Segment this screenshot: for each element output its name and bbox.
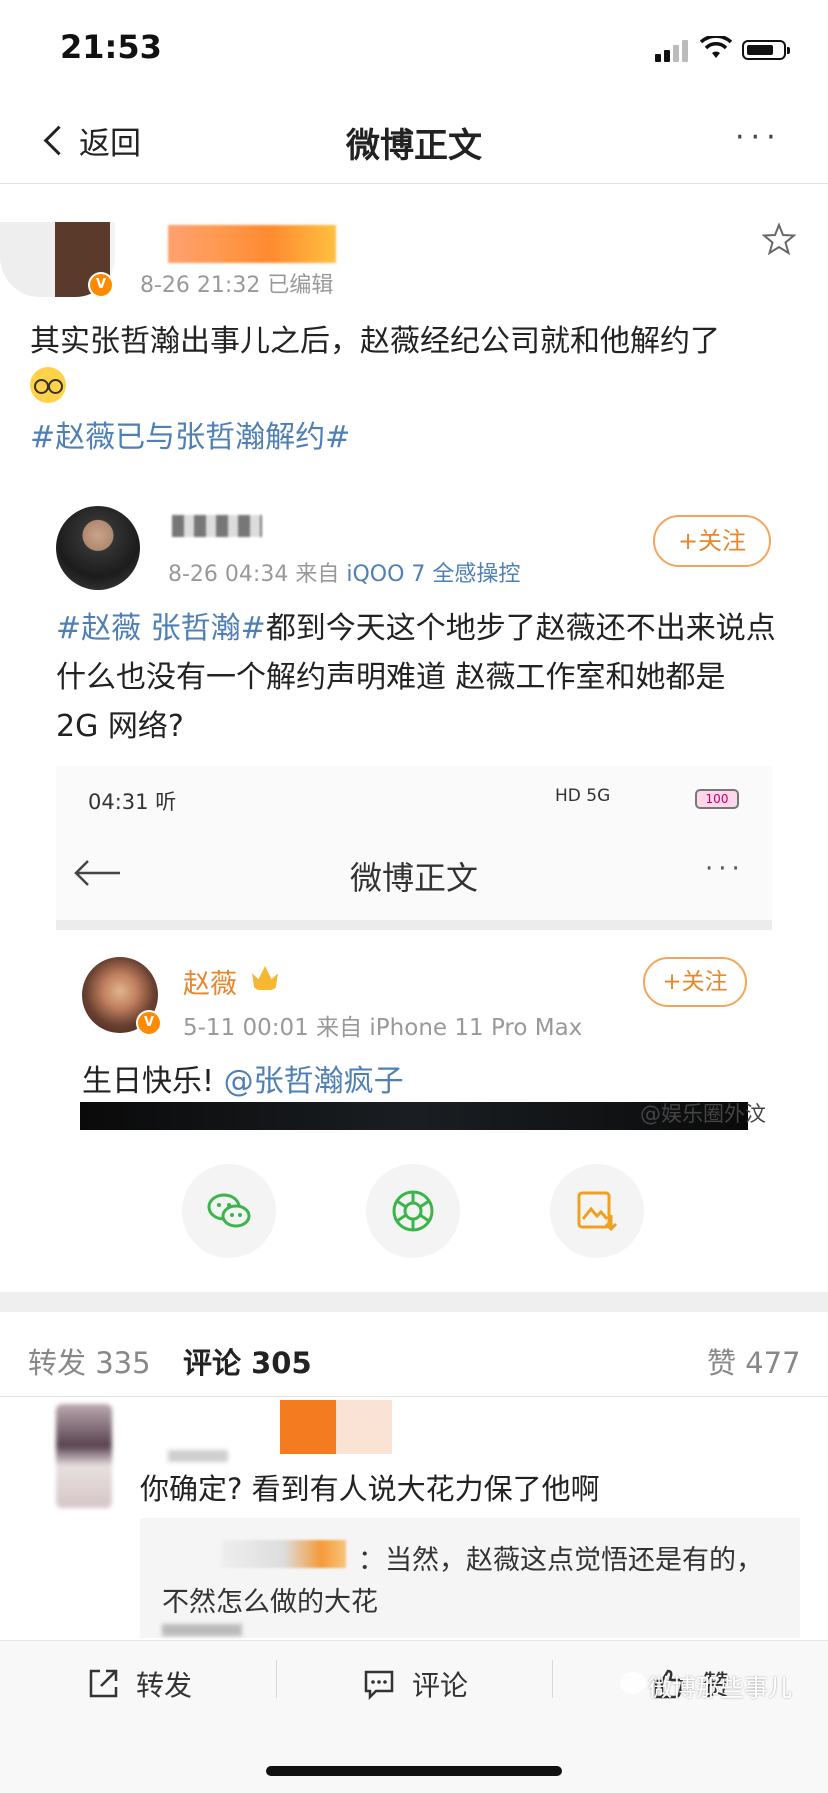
nav-divider bbox=[0, 183, 828, 184]
save-image-icon bbox=[577, 1191, 618, 1232]
shot-mention: @张哲瀚疯子 bbox=[223, 1064, 404, 1099]
save-image-button[interactable] bbox=[550, 1164, 644, 1258]
comment-button[interactable]: 评论 bbox=[362, 1664, 468, 1704]
shot-divider bbox=[56, 920, 772, 930]
wechat-watermark-icon bbox=[620, 1672, 646, 1694]
shot-more-icon: ··· bbox=[705, 854, 745, 884]
shot-text: 生日快乐! @张哲瀚疯子 bbox=[82, 1056, 404, 1100]
action-separator bbox=[276, 1660, 277, 1698]
tabs-divider bbox=[0, 1396, 828, 1397]
repost-label: 转发 bbox=[136, 1669, 193, 1702]
status-time: 21:53 bbox=[60, 28, 162, 66]
retweet-text: #赵薇 张哲瀚#都到今天这个地步了赵薇还不出来说点什么也没有一个解约声明难道 赵… bbox=[56, 604, 776, 751]
tab-like[interactable]: 赞 477 bbox=[707, 1340, 801, 1382]
share-moments-button[interactable] bbox=[366, 1164, 460, 1258]
shot-status-indicators: HD 5G bbox=[555, 786, 611, 806]
cellular-signal-icon bbox=[655, 40, 691, 62]
retweet-author-name-blurred[interactable] bbox=[172, 515, 262, 537]
shot-author-name: 赵薇 bbox=[183, 969, 237, 1000]
follow-button[interactable]: +关注 bbox=[653, 515, 771, 567]
share-wechat-button[interactable] bbox=[182, 1164, 276, 1258]
retweet-source: iQOO 7 全感操控 bbox=[346, 562, 521, 587]
repost-icon bbox=[89, 1669, 118, 1698]
shot-body: 生日快乐! bbox=[82, 1064, 215, 1099]
commenter-avatar[interactable] bbox=[56, 1404, 112, 1508]
wifi-icon bbox=[700, 36, 732, 58]
shot-status-time: 04:31 听 bbox=[88, 790, 177, 814]
more-options-button[interactable]: ··· bbox=[735, 123, 782, 153]
shot-meta: 5-11 00:01 来自 iPhone 11 Pro Max bbox=[183, 1015, 583, 1041]
tab-repost[interactable]: 转发 335 bbox=[28, 1340, 151, 1382]
reply-more-blurred bbox=[162, 1624, 242, 1636]
reply-box[interactable] bbox=[140, 1518, 800, 1638]
section-gap bbox=[0, 1292, 828, 1312]
battery-icon bbox=[742, 40, 790, 60]
page-title: 微博正文 bbox=[346, 126, 482, 166]
home-indicator[interactable] bbox=[266, 1766, 562, 1776]
reply-text-line2: 不然怎么做的大花 bbox=[162, 1587, 378, 1618]
favorite-star-icon[interactable] bbox=[762, 222, 796, 256]
author-name-blurred[interactable] bbox=[168, 225, 336, 263]
retweet-meta: 8-26 04:34 来自 iQOO 7 全感操控 bbox=[168, 556, 520, 588]
comment-text: 你确定? 看到有人说大花力保了他啊 bbox=[140, 1472, 600, 1506]
commenter-name-blurred[interactable] bbox=[280, 1400, 392, 1454]
tab-comment[interactable]: 评论 305 bbox=[183, 1340, 312, 1382]
verified-badge-icon: V bbox=[88, 272, 114, 298]
comment-icon bbox=[364, 1670, 394, 1701]
repost-button[interactable]: 转发 bbox=[86, 1664, 192, 1704]
commenter-sub-blurred bbox=[168, 1450, 228, 1462]
post-hashtag[interactable]: #赵薇已与张哲瀚解约# bbox=[30, 412, 350, 456]
action-separator bbox=[552, 1660, 553, 1698]
post-meta: 8-26 21:32 已编辑 bbox=[140, 273, 334, 298]
comment-label: 评论 bbox=[412, 1669, 469, 1702]
reply-text: ：当然，赵薇这点觉悟还是有的， bbox=[358, 1545, 763, 1576]
shot-verified-badge-icon: V bbox=[136, 1010, 162, 1036]
retweet-time: 8-26 04:34 来自 bbox=[168, 562, 340, 587]
shot-battery-icon: 100 bbox=[695, 789, 739, 809]
account-watermark: 微博那些事儿 bbox=[648, 1674, 792, 1702]
wechat-icon bbox=[207, 1193, 251, 1228]
post-text: 其实张哲瀚出事儿之后，赵薇经纪公司就和他解约了 bbox=[30, 324, 720, 359]
reply-author-blurred[interactable] bbox=[222, 1540, 346, 1568]
shot-title: 微博正文 bbox=[349, 859, 478, 897]
image-watermark: @娱乐圈外汶 bbox=[640, 1102, 766, 1126]
moments-icon bbox=[392, 1190, 434, 1232]
shot-follow-button: +关注 bbox=[643, 957, 747, 1007]
glasses-emoji-icon bbox=[30, 367, 66, 403]
retweet-author-avatar[interactable] bbox=[56, 506, 140, 590]
retweet-hashtag[interactable]: #赵薇 张哲瀚# bbox=[56, 611, 266, 646]
